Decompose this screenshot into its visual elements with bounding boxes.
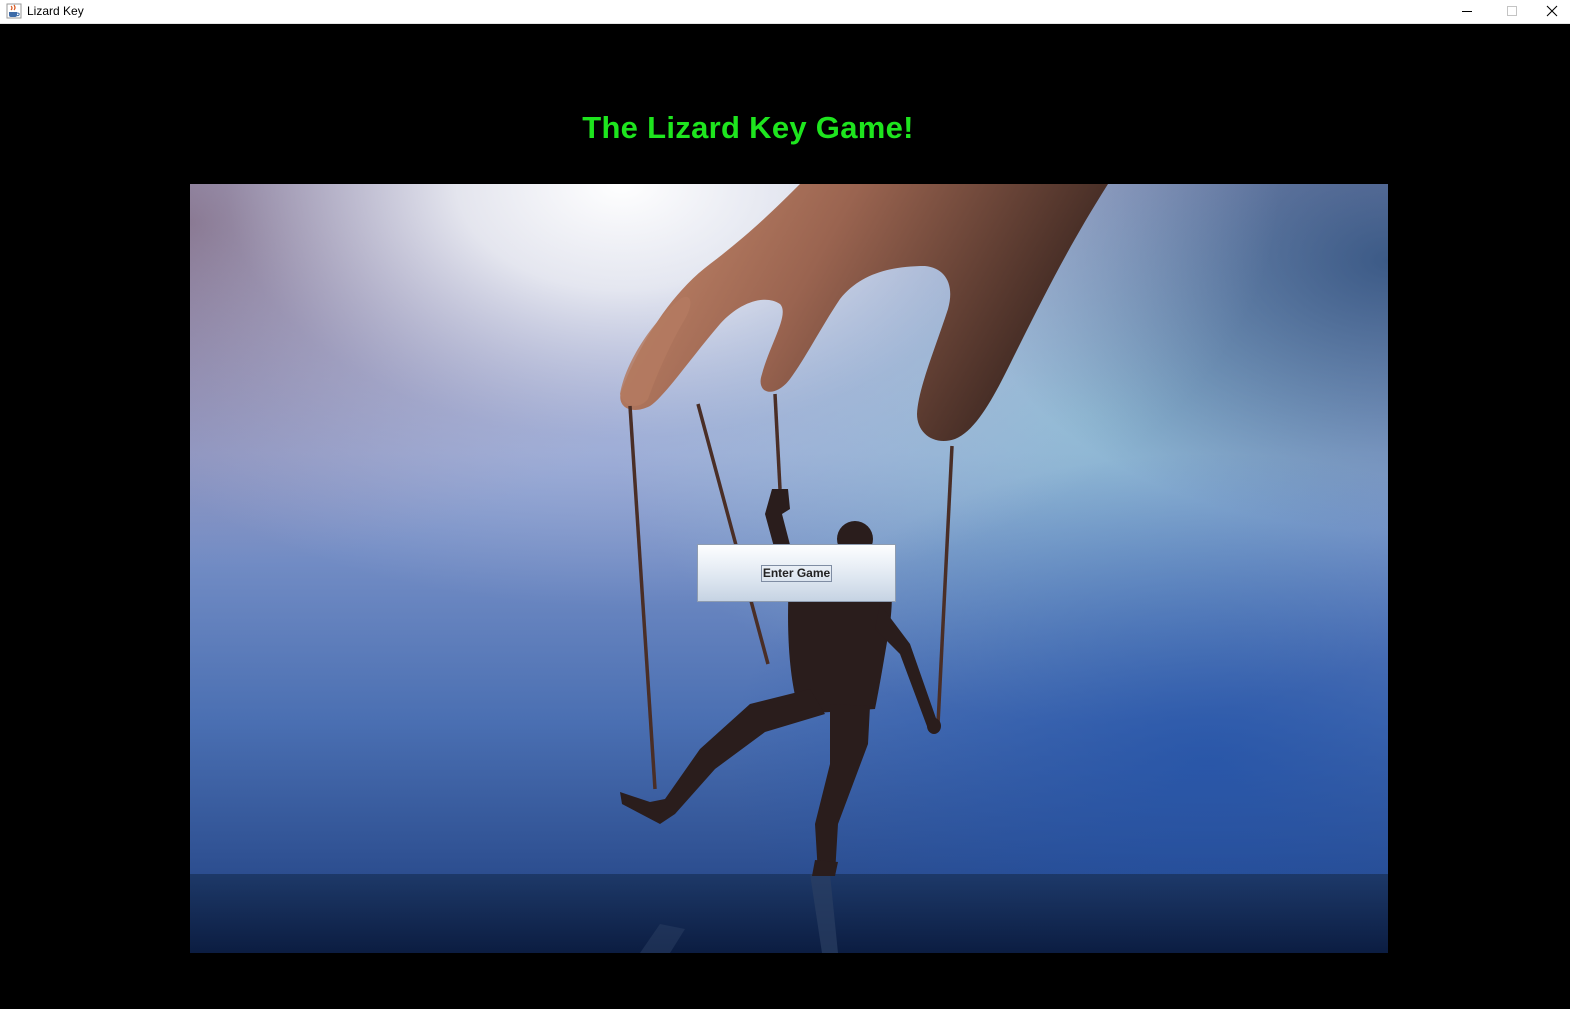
main-panel: The Lizard Key Game! Enter Game [0, 24, 1570, 1009]
enter-game-button-label: Enter Game [760, 564, 833, 582]
minimize-button[interactable] [1444, 0, 1489, 22]
close-icon [1546, 5, 1558, 17]
java-coffee-icon [6, 3, 22, 19]
game-title: The Lizard Key Game! [582, 110, 914, 145]
app-window: Lizard Key The Lizard Key Game! Enter Ga… [0, 0, 1570, 1009]
close-button[interactable] [1534, 0, 1570, 22]
maximize-button[interactable] [1489, 0, 1534, 22]
minimize-icon [1461, 11, 1472, 12]
title-bar[interactable]: Lizard Key [0, 0, 1570, 24]
maximize-icon [1506, 6, 1517, 16]
enter-game-button[interactable]: Enter Game [697, 544, 896, 602]
window-title: Lizard Key [27, 4, 84, 18]
